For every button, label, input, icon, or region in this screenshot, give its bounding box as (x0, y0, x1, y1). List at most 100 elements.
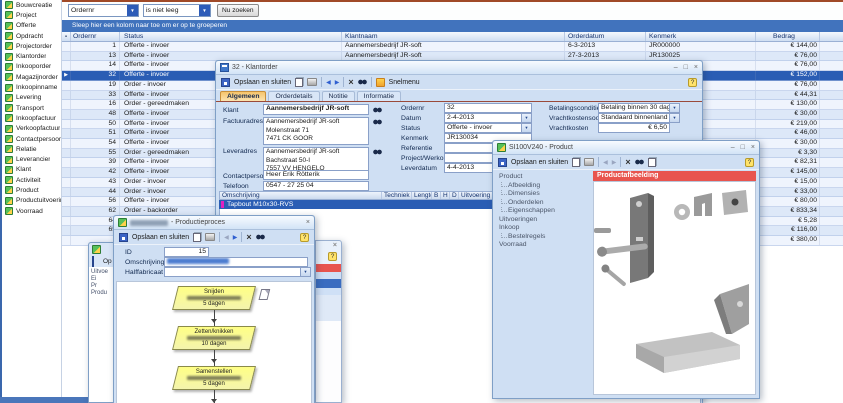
previous-record-icon[interactable]: ◀ (603, 159, 608, 166)
copy-icon[interactable] (295, 78, 303, 87)
sidebar-item[interactable]: Productuitvoering (2, 196, 61, 206)
column-header-ordernr[interactable]: Ordernr (71, 32, 120, 41)
klantorder-titlebar[interactable]: 32 - Klantorder – □ × (216, 61, 702, 75)
process-step-shape[interactable]: Zetten/knikken 10 dagen (172, 326, 256, 350)
help-icon[interactable] (688, 78, 697, 87)
close-icon[interactable]: × (751, 142, 755, 154)
duplicate-icon[interactable] (648, 158, 656, 167)
grid-col-b[interactable]: B (432, 192, 441, 199)
sidebar-item[interactable]: Transport (2, 103, 61, 113)
print-icon[interactable] (205, 233, 215, 241)
tree-item[interactable]: Eigenschappen (495, 207, 593, 216)
sidebar-item[interactable]: Magazijnorder (2, 72, 61, 82)
filter-field-dropdown[interactable]: Ordernr ▼ (68, 4, 139, 17)
sidebar-item[interactable]: Inkoopfactuur (2, 113, 61, 123)
tab-algemeen[interactable]: Algemeen (220, 91, 266, 101)
sidebar-item[interactable]: Bouwcreatie (2, 0, 61, 10)
tab-notitie[interactable]: Notitie (322, 91, 355, 101)
chevron-down-icon[interactable]: ▼ (300, 268, 310, 276)
tree-item[interactable]: Voorraad (495, 241, 593, 250)
next-record-icon[interactable]: ▶ (233, 234, 238, 241)
id-field[interactable]: 15 (164, 247, 209, 257)
search-binoculars-icon[interactable] (635, 159, 644, 165)
leveradres-lookup-icon[interactable] (373, 149, 382, 155)
halffabricaat-field[interactable]: ▼ (164, 267, 311, 277)
tree-item[interactable]: Uitvoeringen (495, 216, 593, 225)
save-close-button[interactable]: Opslaan en sluiten (234, 79, 291, 86)
sidebar-item[interactable]: Inkoopinname (2, 82, 61, 92)
process-step-shape[interactable]: Snijden 5 dagen (172, 286, 256, 310)
sidebar-item[interactable]: Relatie (2, 144, 61, 154)
telefoon-field[interactable]: 0547 - 27 25 04 (263, 181, 369, 191)
contactpersoon-field[interactable]: Heer Erik Rötterik (263, 170, 369, 180)
table-row[interactable]: 1 Offerte - invoer Aannemersbedrijf JR-s… (62, 42, 843, 52)
sidebar-item[interactable]: Contactpersoon (2, 134, 61, 144)
save-icon[interactable] (498, 158, 507, 167)
background-window-fragment-left[interactable]: Op Uitvoe Ei Pr Produ (88, 242, 113, 403)
minimize-icon[interactable]: – (731, 142, 735, 154)
search-binoculars-icon[interactable] (358, 79, 367, 85)
maximize-icon[interactable]: □ (684, 62, 688, 74)
tree-item-fragment[interactable]: Pr (91, 283, 113, 290)
grid-col-lengte[interactable]: Lengte (412, 192, 432, 199)
tree-item[interactable]: Bestelregels (495, 233, 593, 242)
save-icon[interactable] (221, 78, 230, 87)
minimize-icon[interactable]: – (674, 62, 678, 74)
tree-item[interactable]: Product (495, 173, 593, 182)
sidebar-item[interactable]: Leverancier (2, 154, 61, 164)
sidebar-item[interactable]: Project (2, 10, 61, 20)
save-close-button[interactable]: Opslaan en sluiten (132, 234, 189, 241)
sidebar-item[interactable]: Product (2, 185, 61, 195)
delete-icon[interactable]: × (348, 78, 353, 87)
close-icon[interactable]: × (694, 62, 698, 74)
sidebar-item[interactable]: Levering (2, 93, 61, 103)
filter-operator-dropdown[interactable]: is niet leeg ▼ (143, 4, 211, 17)
next-record-icon[interactable]: ▶ (335, 79, 340, 86)
sidebar-item[interactable]: Offerte (2, 21, 61, 31)
search-binoculars-icon[interactable] (256, 234, 265, 240)
klant-field[interactable]: Aannemersbedrijf JR-soft (263, 104, 369, 115)
previous-record-icon[interactable]: ◀ (224, 234, 229, 241)
process-step-shape[interactable]: Samenstellen 5 dagen (172, 366, 256, 390)
maximize-icon[interactable]: □ (741, 142, 745, 154)
chevron-down-icon[interactable]: ▼ (521, 114, 531, 122)
tree-item[interactable]: Dimensies (495, 190, 593, 199)
tree-item-fragment[interactable]: Produ (91, 290, 113, 297)
tree-item[interactable]: Afbeelding (495, 182, 593, 191)
help-icon[interactable] (300, 233, 309, 242)
tree-item[interactable]: Inkoop (495, 224, 593, 233)
grid-col-omschrijving[interactable]: Omschrijving (220, 192, 382, 199)
close-icon[interactable]: × (333, 242, 337, 249)
factuuradres-field[interactable]: Aannemersbedrijf JR-soft Molenstraat 71 … (263, 117, 369, 145)
close-icon[interactable]: × (306, 217, 310, 229)
delete-icon[interactable]: × (246, 233, 251, 242)
column-header-orderdatum[interactable]: Orderdatum (565, 32, 646, 41)
print-icon[interactable] (584, 158, 594, 166)
group-by-bar[interactable]: Sleep hier een kolom naar toe om er op t… (62, 20, 843, 32)
sidebar-item[interactable]: Klant (2, 165, 61, 175)
vrachtkostensoort-field[interactable]: Standaard binnenland▼ (598, 113, 680, 123)
productieproces-titlebar[interactable]: - Productieproces × (114, 216, 314, 230)
tree-item-fragment[interactable]: Ei (91, 276, 113, 283)
ordernr-field[interactable]: 32 (444, 103, 532, 113)
next-record-icon[interactable]: ▶ (612, 159, 617, 166)
previous-record-icon[interactable]: ◀ (326, 79, 331, 86)
grid-col-techniek[interactable]: Techniek (382, 192, 412, 199)
chevron-down-icon[interactable]: ▼ (199, 5, 210, 16)
factuuradres-lookup-icon[interactable] (373, 119, 382, 125)
tab-informatie[interactable]: Informatie (357, 91, 401, 101)
snelmenu-button[interactable]: Snelmenu (389, 79, 420, 86)
help-icon[interactable] (745, 158, 754, 167)
omschrijving-field[interactable] (164, 257, 308, 267)
sidebar-item[interactable]: Opdracht (2, 31, 61, 41)
column-header-bedrag[interactable]: Bedrag (756, 32, 820, 41)
delete-icon[interactable]: × (625, 158, 630, 167)
tab-orderdetails[interactable]: Orderdetails (268, 91, 319, 101)
sidebar-item[interactable]: Voorraad (2, 206, 61, 216)
chevron-down-icon[interactable]: ▼ (669, 104, 679, 112)
sidebar-item[interactable]: Klantorder (2, 51, 61, 61)
sidebar-item[interactable]: Verkoopfactuur (2, 124, 61, 134)
grid-col-d[interactable]: D (450, 192, 459, 199)
status-field[interactable]: Offerte - invoer▼ (444, 123, 532, 133)
column-header-klantnaam[interactable]: Klantnaam (342, 32, 565, 41)
